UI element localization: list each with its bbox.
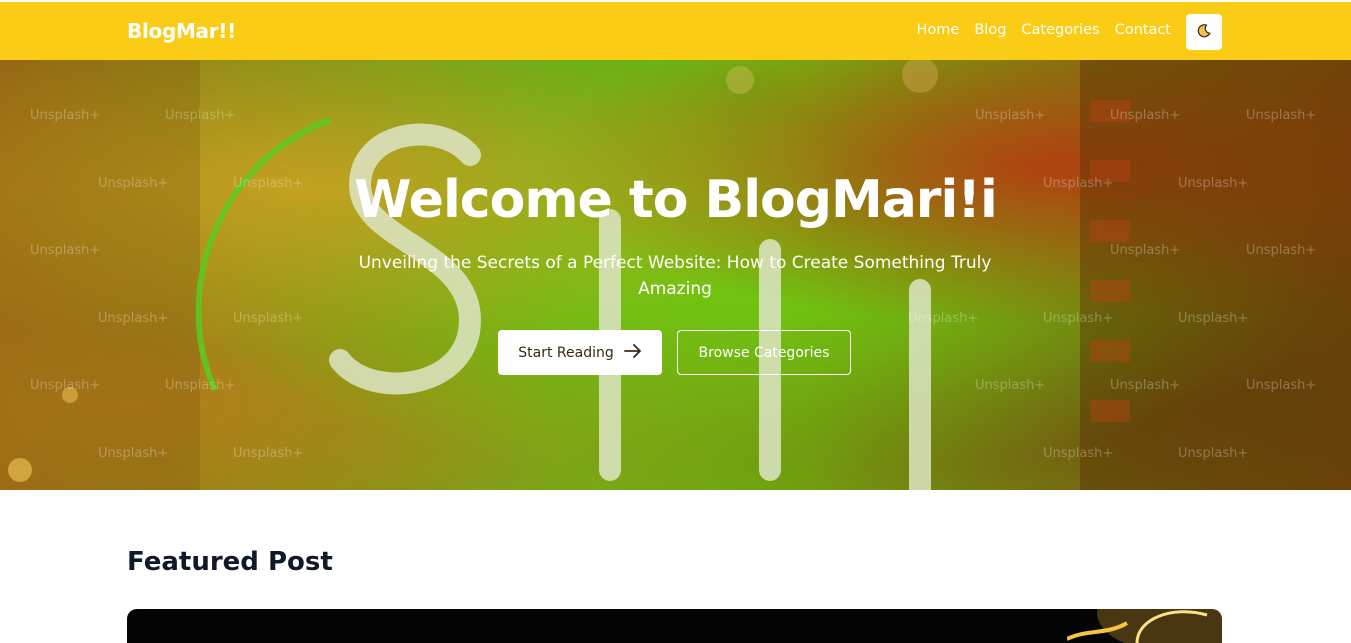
- hero-subtitle: Unveiling the Secrets of a Perfect Websi…: [358, 253, 992, 299]
- start-reading-button[interactable]: Start Reading: [498, 330, 662, 375]
- navbar: BlogMar!! Home Blog Categories Contact: [0, 0, 1351, 60]
- moon-icon: [1196, 23, 1212, 42]
- featured-post-card[interactable]: [127, 609, 1222, 643]
- nav-link-categories[interactable]: Categories: [1021, 22, 1099, 38]
- featured-post-image: [1067, 609, 1222, 643]
- theme-toggle-button[interactable]: [1186, 14, 1222, 50]
- arrow-right-icon: [623, 343, 642, 362]
- start-reading-label: Start Reading: [518, 344, 614, 361]
- brand-logo[interactable]: BlogMar!!: [127, 19, 236, 43]
- hero-title: Welcome to BlogMari!i: [354, 170, 998, 230]
- hero-section: Unsplash+ Unsplash+ Unsplash+ Unsplash+ …: [0, 60, 1351, 490]
- nav-links: Home Blog Categories Contact: [917, 22, 1171, 38]
- nav-link-home[interactable]: Home: [917, 22, 960, 38]
- browse-categories-button[interactable]: Browse Categories: [677, 330, 851, 375]
- nav-link-blog[interactable]: Blog: [974, 22, 1006, 38]
- nav-link-contact[interactable]: Contact: [1115, 22, 1171, 38]
- featured-section-heading: Featured Post: [127, 547, 333, 577]
